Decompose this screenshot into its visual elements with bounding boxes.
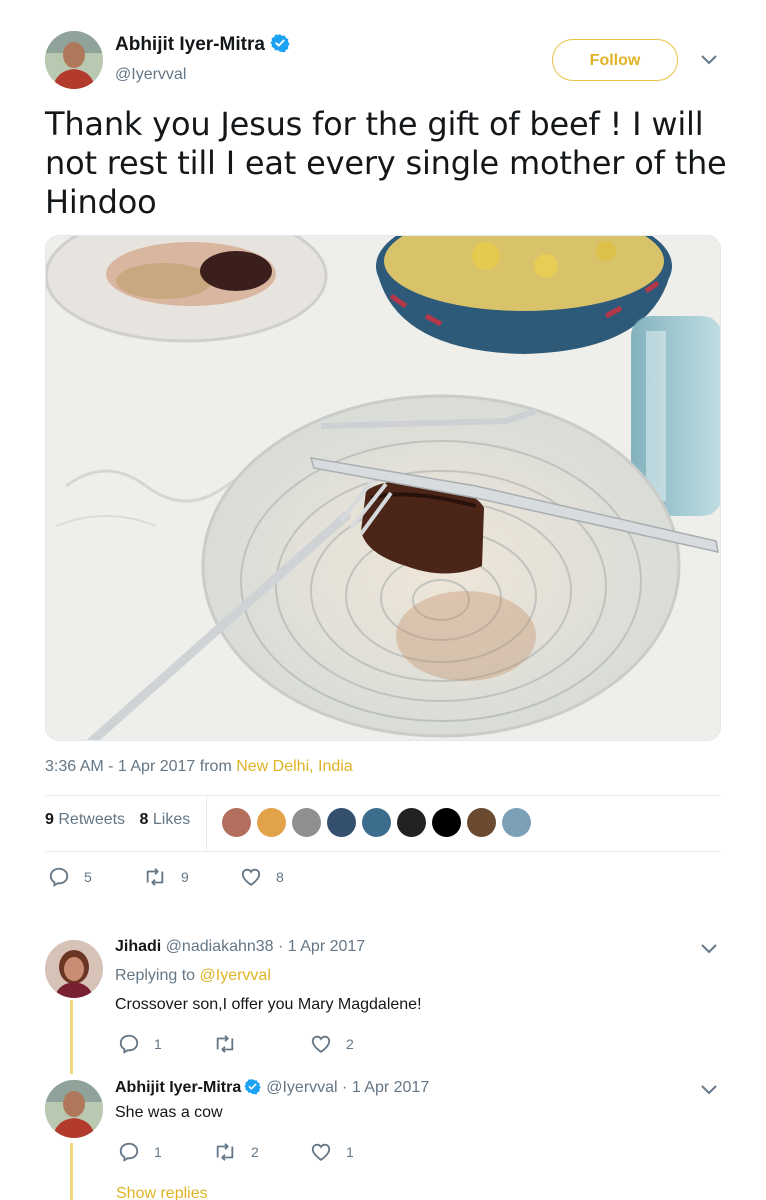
reply-icon (119, 1034, 139, 1054)
liker-avatar[interactable] (467, 808, 496, 837)
reply-action[interactable]: 5 (48, 866, 92, 888)
like-count: 1 (346, 1144, 354, 1160)
reply-action[interactable]: 1 (118, 1033, 162, 1055)
liker-avatar[interactable] (432, 808, 461, 837)
chevron-down-icon[interactable] (700, 53, 718, 72)
liker-avatar[interactable] (292, 808, 321, 837)
liker-avatar[interactable] (222, 808, 251, 837)
reply-header: Abhijit Iyer-Mitra @Iyervval · 1 Apr 2017 (115, 1078, 429, 1100)
reply-text: She was a cow (115, 1104, 223, 1121)
author-handle[interactable]: @Iyervval (115, 66, 186, 84)
stats-separator (206, 796, 207, 851)
retweet-count: 2 (251, 1144, 259, 1160)
like-icon (311, 1035, 331, 1053)
show-replies-link[interactable]: Show replies (116, 1185, 208, 1200)
liker-avatar[interactable] (362, 808, 391, 837)
reply-text: Crossover son,I offer you Mary Magdalene… (115, 996, 422, 1013)
tweet-photo[interactable] (45, 235, 721, 741)
author-avatar[interactable] (45, 31, 103, 89)
reply-icon (49, 867, 69, 887)
tweet-text: Thank you Jesus for the gift of beef ! I… (45, 105, 727, 221)
liker-avatar[interactable] (257, 808, 286, 837)
retweet-count: 9 (181, 869, 189, 885)
like-count: 2 (346, 1036, 354, 1052)
reply-count: 5 (84, 869, 92, 885)
retweet-action[interactable]: 9 (143, 866, 189, 888)
replying-to-mention[interactable]: @Iyervval (200, 967, 271, 984)
like-action[interactable]: 2 (310, 1033, 354, 1055)
verified-badge-icon (270, 33, 290, 58)
reply-header: Jihadi @nadiakahn38 · 1 Apr 2017 (115, 938, 365, 956)
tweet-stats: 9 Retweets 8 Likes (45, 811, 190, 829)
chevron-down-icon[interactable] (700, 942, 718, 961)
divider (45, 795, 721, 796)
liker-avatar[interactable] (502, 808, 531, 837)
tweet-timestamp-row: 3:36 AM - 1 Apr 2017 from New Delhi, Ind… (45, 758, 353, 776)
reply-handle-date[interactable]: @Iyervval · 1 Apr 2017 (266, 1079, 429, 1096)
follow-button[interactable]: Follow (552, 39, 678, 81)
tweet-location[interactable]: New Delhi, India (236, 758, 353, 775)
retweet-action[interactable] (213, 1033, 251, 1055)
like-count: 8 (276, 869, 284, 885)
reply-author-name[interactable]: Jihadi (115, 938, 161, 955)
like-icon (311, 1143, 331, 1161)
thread-line (70, 1143, 73, 1200)
author-name-row: Abhijit Iyer-Mitra (115, 33, 290, 58)
likes-stat[interactable]: 8 Likes (140, 811, 191, 828)
retweet-icon (146, 868, 164, 886)
divider (45, 851, 721, 852)
thread-line (70, 1000, 73, 1074)
author-name[interactable]: Abhijit Iyer-Mitra (115, 34, 265, 55)
retweets-stat[interactable]: 9 Retweets (45, 811, 125, 828)
retweet-icon (216, 1143, 234, 1161)
chevron-down-icon[interactable] (700, 1083, 718, 1102)
tweet-timestamp[interactable]: 3:36 AM - 1 Apr 2017 from (45, 758, 236, 775)
like-icon (241, 868, 261, 886)
like-action[interactable]: 1 (310, 1141, 354, 1163)
reply-author-name[interactable]: Abhijit Iyer-Mitra (115, 1079, 241, 1096)
reply-avatar[interactable] (45, 940, 103, 998)
reply-count: 1 (154, 1036, 162, 1052)
reply-handle-date[interactable]: @nadiakahn38 · 1 Apr 2017 (166, 938, 366, 955)
reply-count: 1 (154, 1144, 162, 1160)
retweet-action[interactable]: 2 (213, 1141, 259, 1163)
replying-to: Replying to @Iyervval (115, 967, 271, 984)
liker-avatar[interactable] (327, 808, 356, 837)
liker-avatar[interactable] (397, 808, 426, 837)
like-action[interactable]: 8 (240, 866, 284, 888)
reply-icon (119, 1142, 139, 1162)
verified-badge-icon (244, 1078, 261, 1100)
retweet-icon (216, 1035, 234, 1053)
reply-action[interactable]: 1 (118, 1141, 162, 1163)
reply-avatar[interactable] (45, 1080, 103, 1138)
